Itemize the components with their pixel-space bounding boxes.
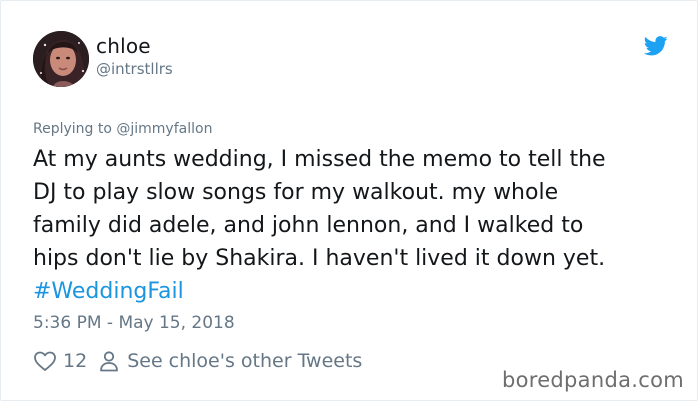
- avatar-image: [33, 31, 89, 87]
- tweet-card: chloe @intrstllrs Replying to @jimmyfall…: [0, 0, 698, 401]
- user-handle[interactable]: @intrstllrs: [96, 60, 173, 78]
- display-name[interactable]: chloe: [96, 34, 151, 58]
- watermark: boredpanda.com: [501, 368, 684, 392]
- replying-to-label: Replying to @jimmyfallon: [33, 121, 213, 137]
- see-other-tweets-link[interactable]: See chloe's other Tweets: [97, 349, 362, 373]
- avatar[interactable]: [33, 31, 89, 87]
- see-other-tweets-label: See chloe's other Tweets: [127, 350, 363, 372]
- like-button[interactable]: 12: [33, 349, 87, 373]
- person-icon: [97, 349, 121, 373]
- tweet-text: At my aunts wedding, I missed the memo t…: [33, 147, 606, 271]
- tweet-actions: 12 See chloe's other Tweets: [33, 346, 362, 376]
- tweet-timestamp[interactable]: 5:36 PM - May 15, 2018: [33, 313, 235, 333]
- twitter-bird-icon[interactable]: [643, 36, 668, 56]
- like-count: 12: [63, 350, 88, 372]
- heart-icon: [33, 349, 57, 373]
- hashtag-link[interactable]: #WeddingFail: [33, 275, 184, 308]
